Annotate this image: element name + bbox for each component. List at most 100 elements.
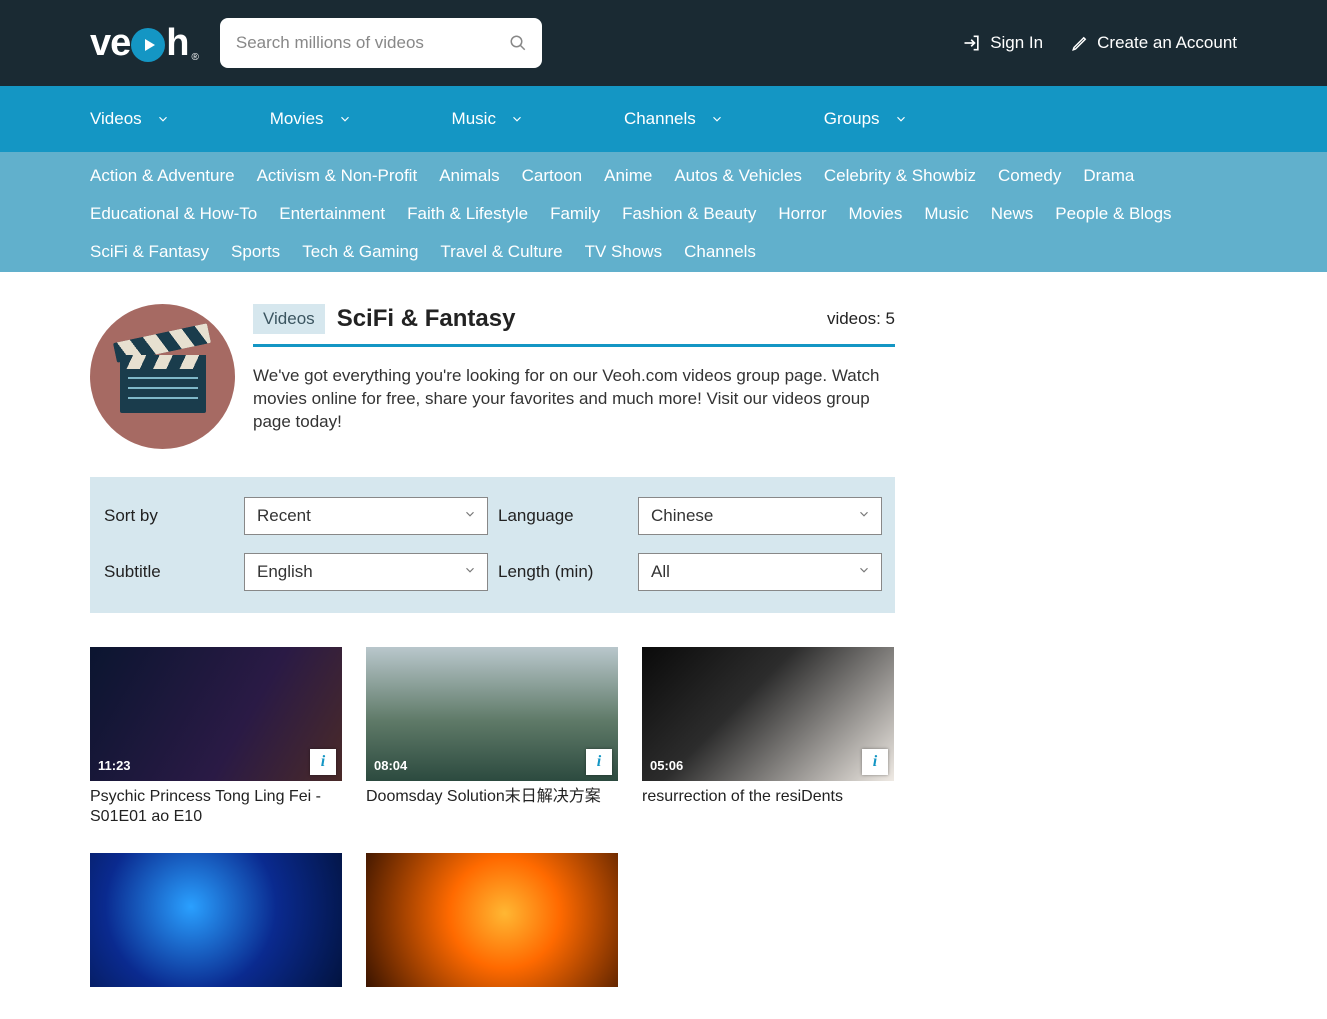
video-duration: 11:23	[98, 758, 131, 773]
search-button[interactable]	[504, 29, 532, 57]
chevron-down-icon	[156, 112, 170, 126]
video-title[interactable]: Psychic Princess Tong Ling Fei - S01E01 …	[90, 787, 342, 827]
select-value: Recent	[257, 506, 311, 526]
category-link[interactable]: Educational & How-To	[90, 204, 257, 224]
select-value: Chinese	[651, 506, 713, 526]
category-link[interactable]: Channels	[684, 242, 756, 262]
top-bar: veh ® Sign In Create an Account	[0, 0, 1327, 86]
category-link[interactable]: Fashion & Beauty	[622, 204, 756, 224]
nav-music[interactable]: Music	[452, 109, 524, 129]
category-nav: Action & Adventure Activism & Non-Profit A…	[0, 152, 1327, 272]
nav-groups[interactable]: Groups	[824, 109, 908, 129]
category-link[interactable]: Entertainment	[279, 204, 385, 224]
sign-in-link[interactable]: Sign In	[962, 33, 1043, 53]
video-thumbnail[interactable]	[90, 853, 342, 987]
category-link[interactable]: Autos & Vehicles	[674, 166, 802, 186]
filter-bar: Sort by Recent Language Chinese Subtitle…	[90, 477, 895, 613]
pencil-icon	[1071, 34, 1089, 52]
subtitle-select[interactable]: English	[244, 553, 488, 591]
subtitle-label: Subtitle	[104, 562, 234, 582]
chevron-down-icon	[463, 507, 477, 521]
info-icon[interactable]: i	[586, 749, 612, 775]
chevron-down-icon	[463, 563, 477, 577]
category-icon	[90, 304, 235, 449]
nav-channels[interactable]: Channels	[624, 109, 724, 129]
category-link[interactable]: Drama	[1083, 166, 1134, 186]
video-thumbnail[interactable]: 11:23 i	[90, 647, 342, 781]
category-link[interactable]: Travel & Culture	[440, 242, 562, 262]
category-link[interactable]: Tech & Gaming	[302, 242, 418, 262]
chevron-down-icon	[510, 112, 524, 126]
category-link[interactable]: SciFi & Fantasy	[90, 242, 209, 262]
language-select[interactable]: Chinese	[638, 497, 882, 535]
video-thumbnail[interactable]: 05:06 i	[642, 647, 894, 781]
video-title[interactable]: Doomsday Solution末日解决方案	[366, 787, 618, 807]
sort-select[interactable]: Recent	[244, 497, 488, 535]
search-icon	[509, 34, 527, 52]
clapperboard-icon	[120, 341, 206, 413]
top-right: Sign In Create an Account	[962, 33, 1237, 53]
sort-label: Sort by	[104, 506, 234, 526]
nav-label: Groups	[824, 109, 880, 129]
video-card[interactable]: 11:23 i Psychic Princess Tong Ling Fei - S…	[90, 647, 342, 827]
nav-videos[interactable]: Videos	[90, 109, 170, 129]
category-link[interactable]: Action & Adventure	[90, 166, 235, 186]
chevron-down-icon	[857, 507, 871, 521]
nav-movies[interactable]: Movies	[270, 109, 352, 129]
category-link[interactable]: Sports	[231, 242, 280, 262]
video-count: videos: 5	[827, 309, 895, 329]
nav-label: Movies	[270, 109, 324, 129]
category-link[interactable]: Anime	[604, 166, 652, 186]
category-link[interactable]: Animals	[439, 166, 499, 186]
category-link[interactable]: TV Shows	[585, 242, 662, 262]
video-thumbnail[interactable]: 08:04i	[366, 647, 618, 781]
chevron-down-icon	[857, 563, 871, 577]
nav-label: Channels	[624, 109, 696, 129]
page-main: Videos SciFi & Fantasy videos: 5 We've g…	[90, 304, 895, 987]
video-card[interactable]	[90, 853, 342, 987]
chevron-down-icon	[338, 112, 352, 126]
nav-label: Music	[452, 109, 496, 129]
page: Videos SciFi & Fantasy videos: 5 We've g…	[0, 272, 1327, 1019]
category-link[interactable]: Family	[550, 204, 600, 224]
video-title[interactable]: resurrection of the resiDents	[642, 787, 894, 807]
main-nav: Videos Movies Music Channels Groups	[0, 86, 1327, 152]
logo[interactable]: veh ®	[90, 22, 196, 65]
title-row: Videos SciFi & Fantasy videos: 5	[253, 304, 895, 347]
category-link[interactable]: Movies	[849, 204, 903, 224]
search-input[interactable]	[220, 18, 542, 68]
category-description: We've got everything you're looking for …	[253, 365, 895, 434]
page-title: SciFi & Fantasy	[337, 305, 516, 333]
category-link[interactable]: Music	[924, 204, 968, 224]
video-thumbnail[interactable]	[366, 853, 618, 987]
category-link[interactable]: People & Blogs	[1055, 204, 1171, 224]
category-header: Videos SciFi & Fantasy videos: 5 We've g…	[90, 304, 895, 449]
create-account-link[interactable]: Create an Account	[1071, 33, 1237, 53]
video-duration: 05:06	[650, 758, 683, 773]
category-link[interactable]: Comedy	[998, 166, 1061, 186]
chevron-down-icon	[894, 112, 908, 126]
play-icon	[131, 28, 165, 62]
video-card[interactable]	[366, 853, 618, 987]
chevron-down-icon	[710, 112, 724, 126]
category-link[interactable]: Activism & Non-Profit	[257, 166, 418, 186]
info-icon[interactable]: i	[862, 749, 888, 775]
category-link[interactable]: Cartoon	[522, 166, 582, 186]
video-grid: 11:23 i Psychic Princess Tong Ling Fei - S…	[90, 647, 895, 987]
language-label: Language	[498, 506, 628, 526]
info-icon[interactable]: i	[310, 749, 336, 775]
select-value: All	[651, 562, 670, 582]
category-link[interactable]: News	[991, 204, 1034, 224]
nav-label: Videos	[90, 109, 142, 129]
category-link[interactable]: Celebrity & Showbiz	[824, 166, 976, 186]
select-value: English	[257, 562, 313, 582]
video-card[interactable]: 08:04i Doomsday Solution末日解决方案	[366, 647, 618, 827]
sign-in-label: Sign In	[990, 33, 1043, 53]
category-link[interactable]: Faith & Lifestyle	[407, 204, 528, 224]
search-wrap	[220, 18, 542, 68]
video-card[interactable]: 05:06 i resurrection of the resiDents	[642, 647, 894, 827]
breadcrumb-tag[interactable]: Videos	[253, 304, 325, 334]
category-link[interactable]: Horror	[778, 204, 826, 224]
header-text: Videos SciFi & Fantasy videos: 5 We've g…	[253, 304, 895, 434]
length-select[interactable]: All	[638, 553, 882, 591]
